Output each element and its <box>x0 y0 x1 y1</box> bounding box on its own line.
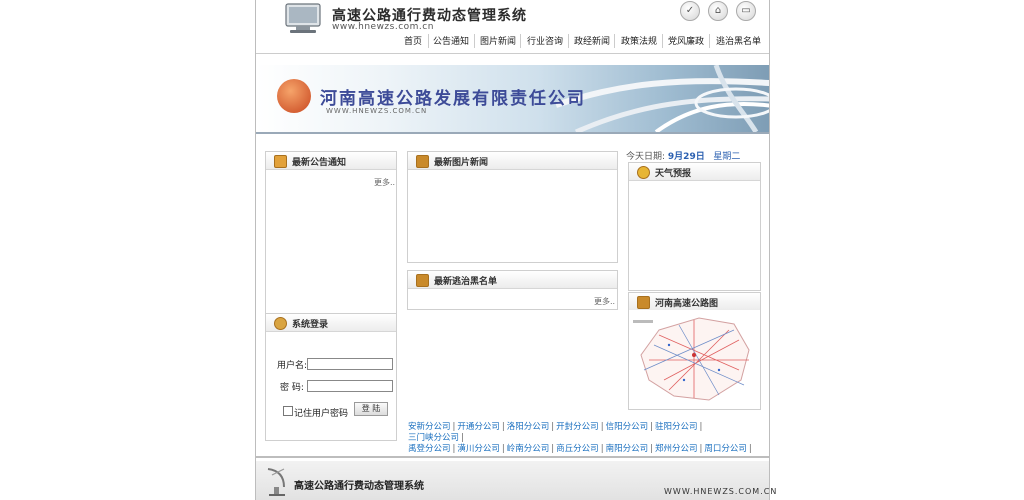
branch-separator: | <box>600 444 604 454</box>
branch-link[interactable]: 洛阳分公司 <box>507 422 550 432</box>
notice-icon <box>274 155 287 168</box>
blacklist-more-link[interactable]: 更多.. <box>594 296 615 307</box>
banner-url: WWW.HNEWZS.COM.CN <box>326 107 428 115</box>
notices-header: 最新公告通知 <box>266 152 396 170</box>
branch-link[interactable]: 岭南分公司 <box>507 444 550 454</box>
header-divider <box>256 53 769 54</box>
page-container: 高速公路通行费动态管理系统 www.hnewzs.com.cn ✓ ⌂ ▭ 首页… <box>255 0 776 500</box>
remember-checkbox[interactable] <box>283 406 293 416</box>
branch-link[interactable]: 驻阳分公司 <box>655 422 698 432</box>
sun-icon <box>637 166 650 179</box>
blacklist-header: 最新逃治黑名单 <box>408 271 617 289</box>
branch-separator: | <box>650 422 653 432</box>
notices-title: 最新公告通知 <box>292 158 347 168</box>
login-title: 系统登录 <box>292 320 329 330</box>
monitor-logo-icon <box>282 2 326 36</box>
branch-separator: | <box>501 444 505 454</box>
coffee-icon <box>416 155 429 168</box>
branch-link[interactable]: 禹登分公司 <box>408 444 451 454</box>
company-banner: 河南高速公路发展有限责任公司 WWW.HNEWZS.COM.CN <box>256 65 769 132</box>
highway-map-panel: 河南高速公路图 <box>628 292 761 410</box>
nav-item-blacklist[interactable]: 逃治黑名单 <box>716 34 761 47</box>
branch-links: 安新分公司 | 开通分公司 | 洛阳分公司 | 开封分公司 | 信阳分公司 | 驻阳分公司 |三门峡分… <box>408 422 758 455</box>
password-input[interactable] <box>307 380 393 392</box>
notices-panel: 最新公告通知 更多.. <box>265 151 397 314</box>
bookmark-icon[interactable]: ✓ <box>680 1 700 21</box>
coffee-icon <box>416 274 429 287</box>
nav-item-policy[interactable]: 政策法规 <box>621 34 657 47</box>
branch-separator: | <box>748 444 752 454</box>
weekday: 星期二 <box>713 152 741 162</box>
branch-separator: | <box>501 422 505 432</box>
branch-separator: | <box>699 422 703 432</box>
remember-label: 记住用户密码 <box>294 409 349 419</box>
main-nav: 首页 公告通知 图片新闻 行业咨询 政经新闻 政策法规 党风廉政 逃治黑名单 <box>398 30 766 52</box>
branch-link[interactable]: 开通分公司 <box>457 422 500 432</box>
blacklist-title: 最新逃治黑名单 <box>434 277 498 287</box>
banner-company-name: 河南高速公路发展有限责任公司 <box>320 89 586 109</box>
branch-link[interactable]: 安新分公司 <box>408 422 451 432</box>
date-label: 今天日期: <box>626 152 666 162</box>
branch-link[interactable]: 开封分公司 <box>556 422 599 432</box>
footer: 高速公路通行费动态管理系统 WWW.HNEWZS.COM.CN <box>256 461 776 500</box>
branch-separator: | <box>461 433 464 443</box>
branch-link[interactable]: 南阳分公司 <box>606 444 649 454</box>
print-icon[interactable]: ▭ <box>736 1 756 21</box>
branch-link[interactable]: 郑州分公司 <box>655 444 698 454</box>
banner-divider <box>256 132 769 134</box>
nav-item-integrity[interactable]: 党风廉政 <box>668 34 704 47</box>
nav-item-economy[interactable]: 政经新闻 <box>574 34 610 47</box>
map-pin-icon <box>637 296 650 309</box>
nav-item-home[interactable]: 首页 <box>404 34 422 47</box>
photo-news-panel: 最新图片新闻 <box>407 151 618 263</box>
username-label: 用户名: <box>277 361 308 371</box>
weather-title: 天气预报 <box>655 169 692 179</box>
weather-panel: 天气预报 <box>628 162 761 291</box>
photo-news-title: 最新图片新闻 <box>434 158 489 168</box>
highway-image-icon <box>556 65 769 132</box>
user-icon <box>274 317 287 330</box>
branch-separator: | <box>650 444 653 454</box>
branch-link[interactable]: 三门峡分公司 <box>408 433 459 443</box>
footer-title: 高速公路通行费动态管理系统 <box>294 481 424 492</box>
nav-item-industry[interactable]: 行业咨询 <box>527 34 563 47</box>
nav-item-photo-news[interactable]: 图片新闻 <box>480 34 516 47</box>
footer-divider <box>256 456 769 458</box>
nav-item-notices[interactable]: 公告通知 <box>433 34 469 47</box>
highway-map-title: 河南高速公路图 <box>655 299 719 309</box>
photo-news-header: 最新图片新闻 <box>408 152 617 170</box>
notices-more-link[interactable]: 更多.. <box>374 177 395 188</box>
login-button[interactable]: 登 陆 <box>354 402 388 416</box>
password-label: 密 码: <box>280 383 304 393</box>
today-date: 今天日期: 9月29日 星期二 <box>626 149 740 162</box>
highway-map-header: 河南高速公路图 <box>629 293 760 311</box>
footer-url: WWW.HNEWZS.COM.CN <box>664 487 778 496</box>
branch-link[interactable]: 周口分公司 <box>704 444 747 454</box>
satellite-dish-icon <box>267 468 285 496</box>
branch-link[interactable]: 商丘分公司 <box>556 444 599 454</box>
date-value: 9月29日 <box>667 152 705 162</box>
login-header: 系统登录 <box>266 314 396 332</box>
username-input[interactable] <box>307 358 393 370</box>
branch-link[interactable]: 潢川分公司 <box>457 444 500 454</box>
cart-icon[interactable]: ⌂ <box>708 1 728 21</box>
branch-separator: | <box>600 422 604 432</box>
login-panel: 系统登录 用户名: 密 码: 记住用户密码 登 陆 <box>265 313 397 441</box>
company-logo-icon <box>277 79 311 113</box>
weather-header: 天气预报 <box>629 163 760 181</box>
highway-map-image[interactable] <box>629 310 760 406</box>
blacklist-panel: 最新逃治黑名单 更多.. <box>407 270 618 310</box>
branch-link[interactable]: 信阳分公司 <box>606 422 649 432</box>
